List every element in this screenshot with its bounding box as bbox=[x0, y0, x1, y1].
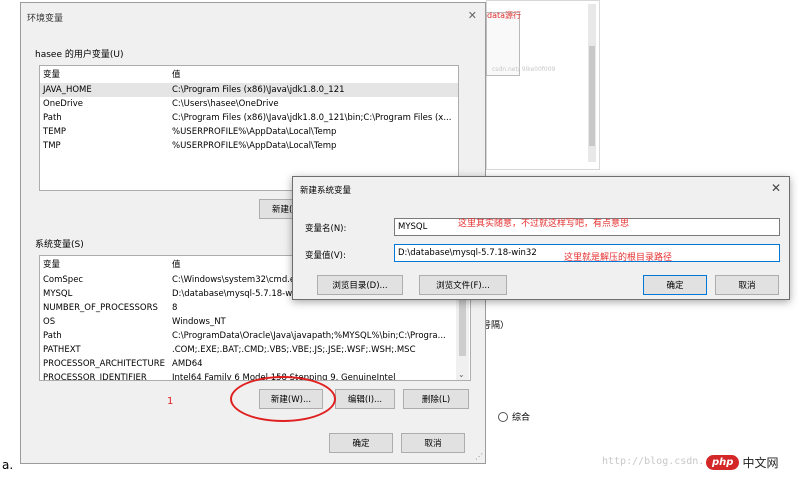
dialog-title: 新建系统变量 bbox=[300, 186, 352, 196]
var-name: OneDrive bbox=[43, 99, 83, 109]
var-name: PROCESSOR_ARCHITECTURE bbox=[43, 359, 165, 369]
var-value: D:\database\mysql-5.7.18-w bbox=[172, 289, 293, 299]
var-value: C:\Users\hasee\OneDrive bbox=[172, 99, 279, 109]
background-red-snippet: data源行 bbox=[487, 11, 522, 20]
variable-value-label: 变量值(V): bbox=[305, 251, 346, 261]
annotation-note-value: 这里就是解压的根目录路径 bbox=[564, 253, 673, 263]
new-system-variable-dialog: 新建系统变量 ✕ 变量名(N): MYSQL 变量值(V): D:\databa… bbox=[292, 176, 790, 300]
column-header-value[interactable]: 值 bbox=[172, 258, 181, 272]
table-row[interactable]: PROCESSOR_ARCHITECTURE AMD64 bbox=[40, 357, 456, 371]
var-name: TEMP bbox=[43, 127, 67, 137]
annotation-note-name: 这里其实随意，不过就这样写吧，有点意思 bbox=[458, 219, 630, 229]
var-value: Windows_NT bbox=[172, 317, 226, 327]
browse-file-button[interactable]: 浏览文件(F)... bbox=[419, 275, 507, 295]
var-name: MYSQL bbox=[43, 289, 73, 299]
var-value: .COM;.EXE;.BAT;.CMD;.VBS;.VBE;.JS;.JSE;.… bbox=[172, 345, 416, 355]
browse-directory-button[interactable]: 浏览目录(D)... bbox=[317, 275, 403, 295]
cancel-button[interactable]: 取消 bbox=[401, 433, 465, 453]
table-row[interactable]: TEMP %USERPROFILE%\AppData\Local\Temp bbox=[40, 125, 458, 139]
window-title: 环境变量 bbox=[27, 14, 64, 24]
dialog-cancel-button[interactable]: 取消 bbox=[715, 275, 779, 295]
table-row[interactable]: NUMBER_OF_PROCESSORS 8 bbox=[40, 301, 456, 315]
annotation-highlight-ellipse bbox=[230, 376, 336, 422]
php-logo-text: 中文网 bbox=[742, 455, 779, 470]
column-header-name[interactable]: 变量 bbox=[43, 258, 60, 272]
php-logo-oval: php bbox=[706, 454, 740, 470]
background-radio[interactable]: 综合 bbox=[498, 410, 530, 423]
close-icon[interactable]: ✕ bbox=[468, 9, 477, 22]
var-value: C:\ProgramData\Oracle\Java\javapath;%MYS… bbox=[172, 331, 446, 341]
var-value: %USERPROFILE%\AppData\Local\Temp bbox=[172, 141, 337, 151]
var-value: %USERPROFILE%\AppData\Local\Temp bbox=[172, 127, 337, 137]
table-row[interactable]: OS Windows_NT bbox=[40, 315, 456, 329]
table-row[interactable]: JAVA_HOME C:\Program Files (x86)\Java\jd… bbox=[40, 83, 458, 97]
var-name: Path bbox=[43, 113, 62, 123]
var-value: C:\Program Files (x86)\Java\jdk1.8.0_121 bbox=[172, 85, 345, 95]
table-row[interactable]: OneDrive C:\Users\hasee\OneDrive bbox=[40, 97, 458, 111]
annotation-step-number: 1 bbox=[167, 396, 174, 407]
var-name: NUMBER_OF_PROCESSORS bbox=[43, 303, 158, 313]
var-name: TMP bbox=[43, 141, 61, 151]
var-name: JAVA_HOME bbox=[43, 85, 92, 95]
sys-edit-button[interactable]: 编辑(I)... bbox=[335, 389, 395, 409]
table-row[interactable]: Path C:\Program Files (x86)\Java\jdk1.8.… bbox=[40, 111, 458, 125]
background-gray-snippet: csdn.net/ 9lke00f009 bbox=[492, 66, 556, 73]
radio-icon bbox=[498, 411, 508, 422]
system-vars-group-label: 系统变量(S) bbox=[35, 240, 84, 250]
column-header-name[interactable]: 变量 bbox=[43, 68, 60, 82]
var-value: C:\Windows\system32\cmd.e bbox=[172, 275, 296, 285]
chevron-down-icon[interactable]: ⌄ bbox=[458, 370, 465, 379]
var-name: PATHEXT bbox=[43, 345, 81, 355]
close-icon[interactable]: ✕ bbox=[771, 181, 781, 195]
var-value: C:\Program Files (x86)\Java\jdk1.8.0_121… bbox=[172, 113, 452, 123]
table-row[interactable]: PATHEXT .COM;.EXE;.BAT;.CMD;.VBS;.VBE;.J… bbox=[40, 343, 456, 357]
figure-label: a. bbox=[2, 458, 14, 472]
table-row[interactable]: TMP %USERPROFILE%\AppData\Local\Temp bbox=[40, 139, 458, 153]
var-name: OS bbox=[43, 317, 56, 327]
var-name: ComSpec bbox=[43, 275, 84, 285]
list-header: 变量 值 bbox=[40, 68, 458, 82]
var-name: Path bbox=[43, 331, 62, 341]
user-vars-group-label: hasee 的用户变量(U) bbox=[35, 50, 124, 60]
php-logo: php 中文网 bbox=[706, 452, 778, 472]
ok-button[interactable]: 确定 bbox=[329, 433, 393, 453]
background-scrollbar-thumb bbox=[589, 46, 595, 146]
background-parens-text: 号隔） bbox=[482, 321, 510, 331]
watermark: http://blog.csdn. bbox=[602, 456, 705, 467]
table-row[interactable]: Path C:\ProgramData\Oracle\Java\javapath… bbox=[40, 329, 456, 343]
sys-delete-button[interactable]: 删除(L) bbox=[403, 389, 469, 409]
var-value: 8 bbox=[172, 303, 178, 313]
scrollbar-thumb[interactable] bbox=[459, 296, 466, 356]
var-value: AMD64 bbox=[172, 359, 203, 369]
user-vars-list[interactable]: 变量 值 JAVA_HOME C:\Program Files (x86)\Ja… bbox=[39, 65, 459, 191]
column-header-value[interactable]: 值 bbox=[172, 68, 181, 82]
table-row[interactable]: PROCESSOR_IDENTIFIER Intel64 Family 6 Mo… bbox=[40, 371, 456, 381]
variable-name-label: 变量名(N): bbox=[305, 224, 347, 234]
var-name: PROCESSOR_IDENTIFIER bbox=[43, 373, 147, 381]
resize-grip-icon[interactable]: ⋰ bbox=[475, 452, 483, 461]
background-radio-label: 综合 bbox=[512, 413, 531, 423]
dialog-ok-button[interactable]: 确定 bbox=[643, 275, 707, 295]
